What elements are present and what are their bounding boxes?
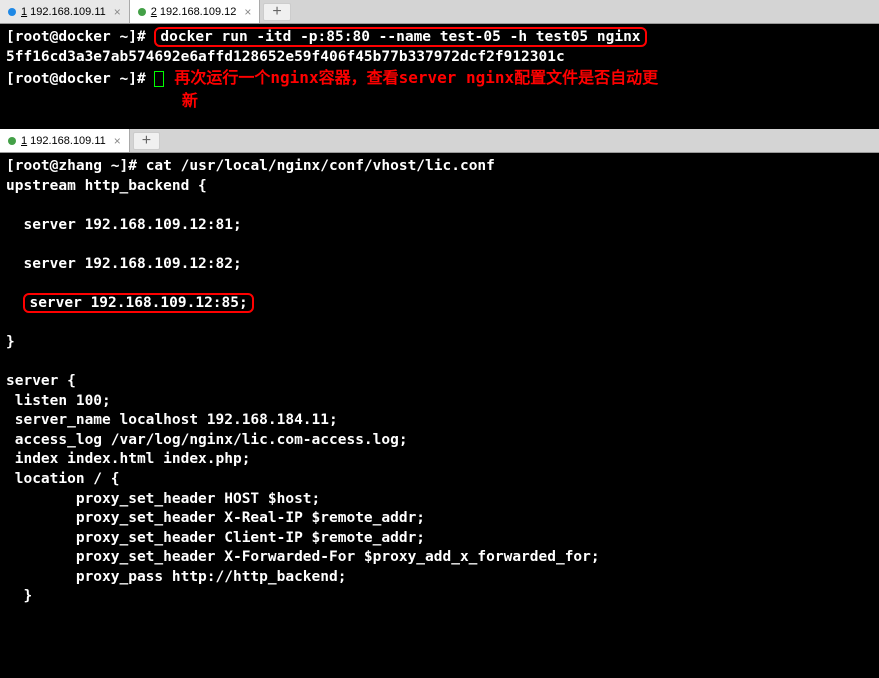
config-line: server 192.168.109.12:82;: [6, 256, 242, 272]
shell-prompt: [root@zhang ~]#: [6, 158, 146, 174]
config-line: location / {: [6, 471, 120, 487]
status-dot-icon: [8, 137, 16, 145]
config-line: access_log /var/log/nginx/lic.com-access…: [6, 432, 408, 448]
config-line: server_name localhost 192.168.184.11;: [6, 412, 338, 428]
cursor-icon: [154, 71, 164, 87]
annotation-text: 新: [182, 91, 198, 110]
shell-prompt: [root@docker ~]#: [6, 29, 154, 45]
tab-host1[interactable]: 1 192.168.109.11 ×: [0, 0, 130, 23]
config-line: }: [6, 334, 15, 350]
status-dot-icon: [8, 8, 16, 16]
tab-ip: 192.168.109.11: [30, 135, 106, 147]
container-id-output: 5ff16cd3a3e7ab574692e6affd128652e59f406f…: [6, 49, 565, 65]
status-dot-icon: [138, 8, 146, 16]
tab-number: 1: [21, 6, 27, 18]
bottom-tab-bar: 1 192.168.109.11 × +: [0, 129, 879, 153]
close-icon[interactable]: ×: [114, 134, 121, 148]
config-line: proxy_set_header HOST $host;: [6, 491, 320, 507]
highlighted-command: docker run -itd -p:85:80 --name test-05 …: [154, 27, 646, 47]
tab-number: 2: [151, 6, 157, 18]
config-line: }: [6, 588, 32, 604]
config-line: server {: [6, 373, 76, 389]
config-line: proxy_set_header X-Forwarded-For $proxy_…: [6, 549, 600, 565]
config-line: proxy_set_header Client-IP $remote_addr;: [6, 530, 425, 546]
terminal-zhang[interactable]: [root@zhang ~]# cat /usr/local/nginx/con…: [0, 153, 879, 678]
config-line: upstream http_backend {: [6, 178, 207, 194]
config-line: server 192.168.109.12:81;: [6, 217, 242, 233]
new-tab-button[interactable]: +: [263, 3, 290, 21]
tab-host1-bottom[interactable]: 1 192.168.109.11 ×: [0, 129, 130, 152]
annotation-text: 再次运行一个nginx容器，查看server nginx配置文件是否自动更: [174, 68, 658, 87]
shell-prompt: [root@docker ~]#: [6, 71, 154, 87]
cat-command: cat /usr/local/nginx/conf/vhost/lic.conf: [146, 158, 495, 174]
tab-ip: 192.168.109.12: [160, 6, 236, 18]
config-line: proxy_pass http://http_backend;: [6, 569, 346, 585]
terminal-docker[interactable]: [root@docker ~]# docker run -itd -p:85:8…: [0, 24, 879, 129]
config-line: index index.html index.php;: [6, 451, 250, 467]
config-line: proxy_set_header X-Real-IP $remote_addr;: [6, 510, 425, 526]
tab-host2[interactable]: 2 192.168.109.12 ×: [130, 0, 261, 23]
close-icon[interactable]: ×: [114, 5, 121, 19]
top-tab-bar: 1 192.168.109.11 × 2 192.168.109.12 × +: [0, 0, 879, 24]
new-tab-button[interactable]: +: [133, 132, 160, 150]
close-icon[interactable]: ×: [244, 5, 251, 19]
tab-number: 1: [21, 135, 27, 147]
tab-ip: 192.168.109.11: [30, 6, 106, 18]
highlighted-server-line: server 192.168.109.12:85;: [23, 293, 253, 313]
config-line: listen 100;: [6, 393, 111, 409]
